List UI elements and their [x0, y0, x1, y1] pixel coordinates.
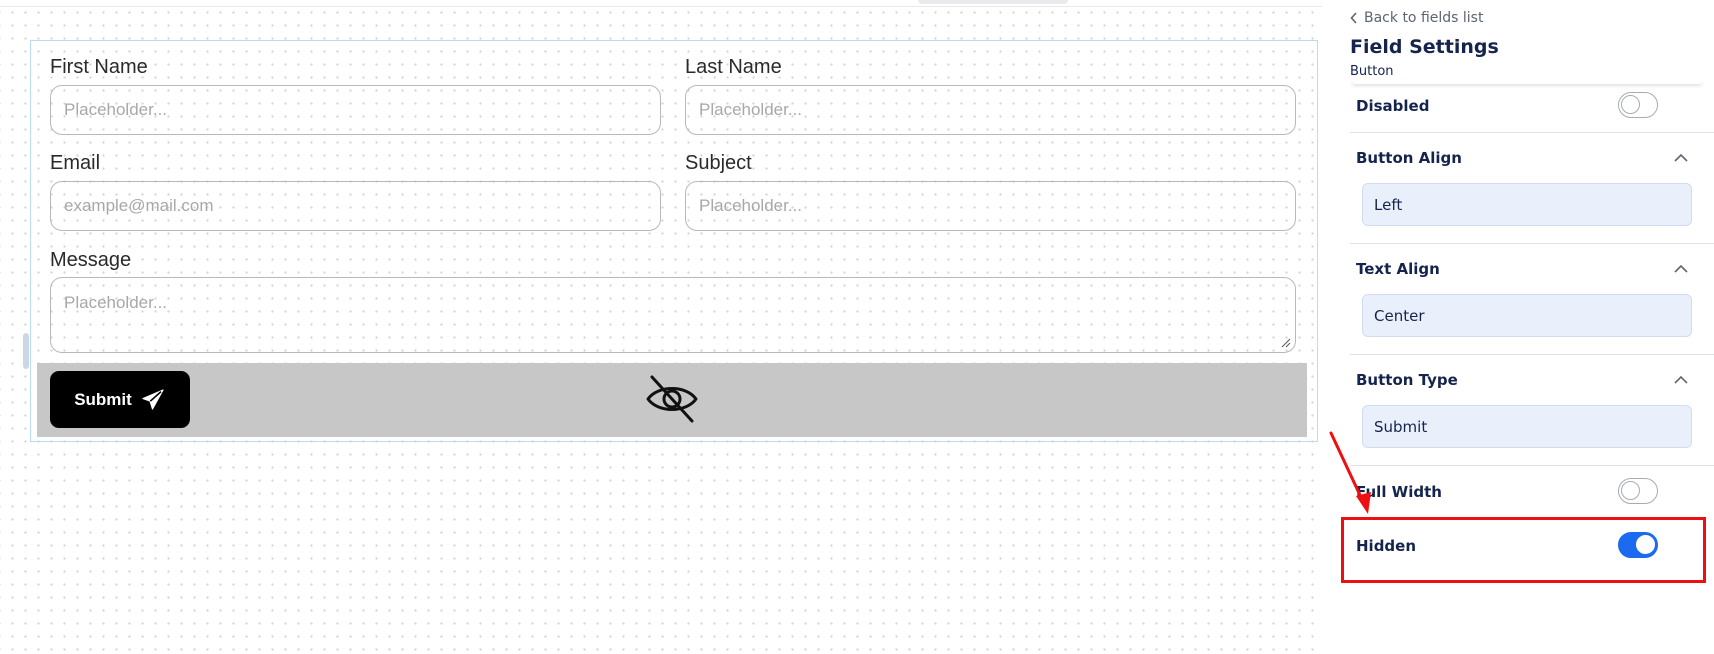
last-name-input[interactable]: Placeholder...: [685, 85, 1296, 135]
message-label: Message: [50, 249, 132, 271]
submit-button-row[interactable]: Submit: [37, 363, 1307, 437]
subject-input[interactable]: Placeholder...: [685, 181, 1296, 231]
divider: [1350, 132, 1714, 133]
email-label: Email: [50, 152, 101, 174]
disabled-label: Disabled: [1356, 97, 1430, 115]
panel-title: Field Settings: [1350, 36, 1499, 58]
resize-grip-icon[interactable]: [1281, 338, 1291, 348]
last-name-label: Last Name: [685, 56, 782, 78]
divider: [1350, 354, 1714, 355]
button-type-select[interactable]: Submit: [1362, 405, 1692, 448]
text-align-label: Text Align: [1356, 260, 1440, 278]
button-align-select[interactable]: Left: [1362, 183, 1692, 226]
back-link-label: Back to fields list: [1364, 10, 1484, 26]
chevron-up-icon[interactable]: [1674, 153, 1688, 163]
message-placeholder: Placeholder...: [64, 293, 168, 312]
message-textarea[interactable]: Placeholder...: [50, 277, 1296, 353]
email-input[interactable]: example@mail.com: [50, 181, 661, 231]
first-name-input[interactable]: Placeholder...: [50, 85, 661, 135]
chevron-up-icon[interactable]: [1674, 375, 1688, 385]
submit-button[interactable]: Submit: [50, 371, 190, 428]
submit-button-label: Submit: [74, 389, 132, 409]
left-resize-handle[interactable]: [23, 333, 29, 369]
divider: [1350, 465, 1714, 466]
highlight-annotation-box: [1341, 517, 1706, 583]
top-toolbar-edge: [0, 0, 1322, 7]
send-icon: [142, 388, 164, 410]
disabled-toggle[interactable]: [1618, 92, 1658, 118]
chevron-up-icon[interactable]: [1674, 264, 1688, 274]
subject-label: Subject: [685, 152, 752, 174]
divider: [1350, 243, 1714, 244]
chevron-left-icon: [1350, 12, 1357, 24]
form-builder-canvas: First Name Placeholder... Last Name Plac…: [0, 0, 1329, 654]
panel-header-shadow: [1352, 80, 1702, 84]
back-to-fields-link[interactable]: Back to fields list: [1350, 10, 1483, 26]
button-type-label: Button Type: [1356, 371, 1458, 389]
annotation-arrow-icon: [1329, 431, 1371, 514]
panel-subtitle: Button: [1350, 64, 1394, 79]
button-align-label: Button Align: [1356, 149, 1462, 167]
eye-off-icon: [646, 375, 698, 423]
full-width-toggle[interactable]: [1618, 478, 1658, 504]
text-align-select[interactable]: Center: [1362, 294, 1692, 337]
first-name-label: First Name: [50, 56, 148, 78]
